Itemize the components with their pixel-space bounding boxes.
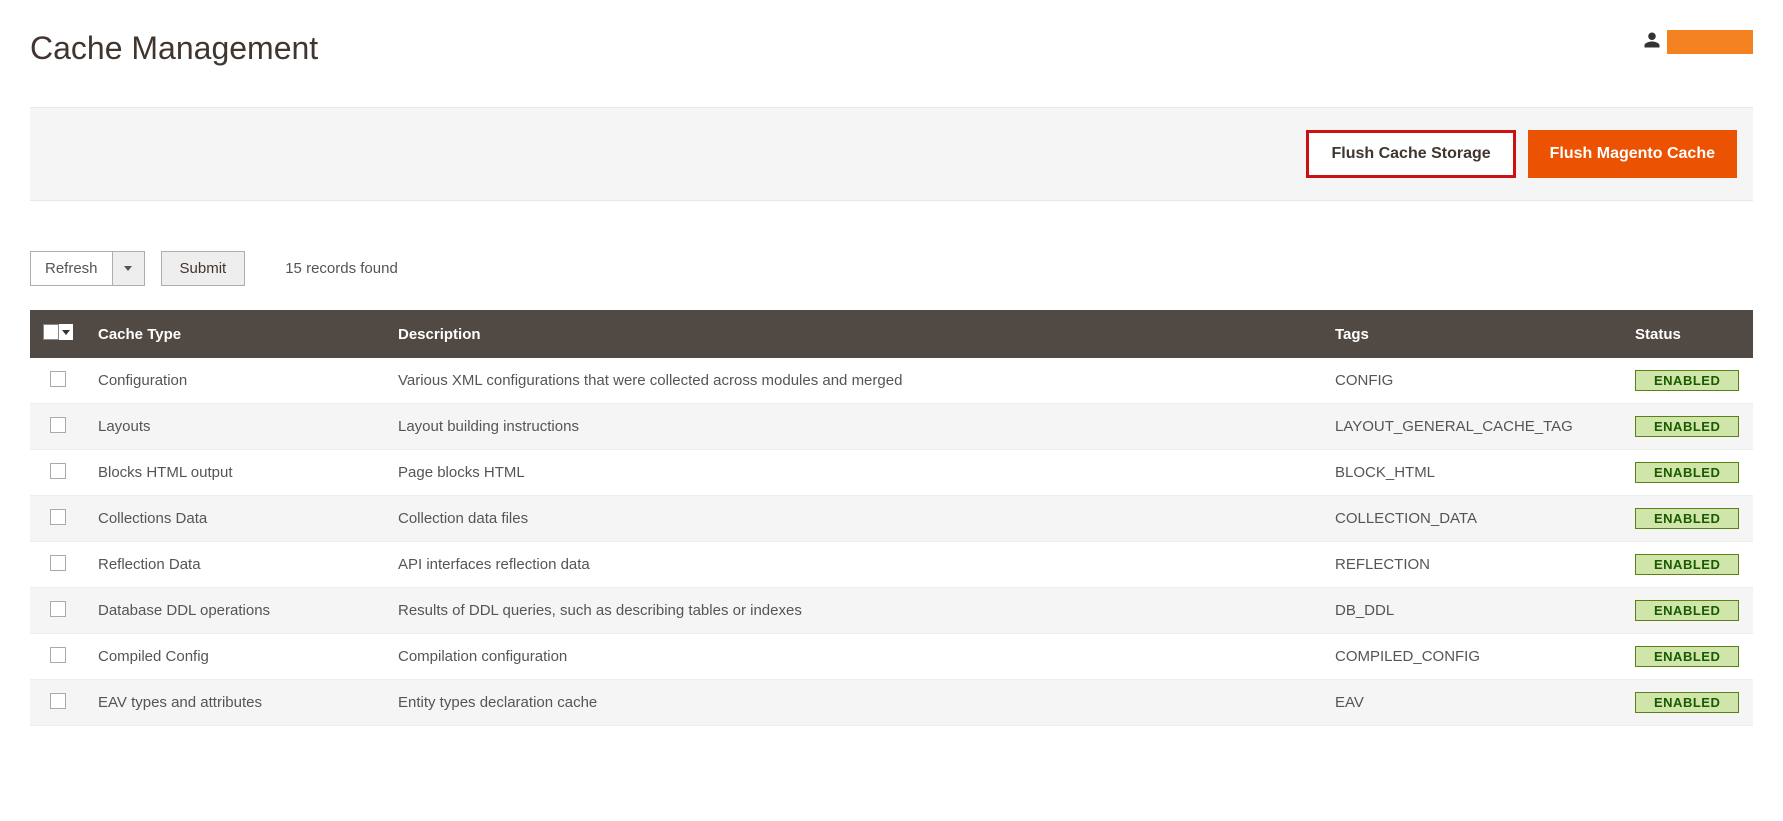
cell-cache-type: Database DDL operations <box>86 588 386 634</box>
table-row: Collections DataCollection data filesCOL… <box>30 496 1753 542</box>
mass-action-select[interactable]: Refresh <box>30 251 145 286</box>
column-header-description: Description <box>386 310 1323 358</box>
column-header-tags: Tags <box>1323 310 1623 358</box>
table-row: Reflection DataAPI interfaces reflection… <box>30 542 1753 588</box>
cell-status: ENABLED <box>1623 404 1753 450</box>
cell-tags: EAV <box>1323 680 1623 726</box>
row-checkbox[interactable] <box>50 693 66 709</box>
column-header-type: Cache Type <box>86 310 386 358</box>
controls-row: Refresh Submit 15 records found <box>30 251 1753 286</box>
table-row: Compiled ConfigCompilation configuration… <box>30 634 1753 680</box>
cell-status: ENABLED <box>1623 588 1753 634</box>
cell-status: ENABLED <box>1623 358 1753 404</box>
cell-cache-type: Collections Data <box>86 496 386 542</box>
cache-table: Cache Type Description Tags Status Confi… <box>30 310 1753 726</box>
row-checkbox[interactable] <box>50 463 66 479</box>
row-checkbox[interactable] <box>50 509 66 525</box>
mass-action-toggle[interactable] <box>112 252 144 285</box>
cell-description: Various XML configurations that were col… <box>386 358 1323 404</box>
cell-cache-type: Reflection Data <box>86 542 386 588</box>
cell-description: Collection data files <box>386 496 1323 542</box>
table-row: Blocks HTML outputPage blocks HTMLBLOCK_… <box>30 450 1753 496</box>
chevron-down-icon <box>124 266 132 271</box>
cell-description: Layout building instructions <box>386 404 1323 450</box>
cell-description: Compilation configuration <box>386 634 1323 680</box>
cell-cache-type: Configuration <box>86 358 386 404</box>
row-checkbox[interactable] <box>50 555 66 571</box>
cell-cache-type: Blocks HTML output <box>86 450 386 496</box>
flush-cache-storage-button[interactable]: Flush Cache Storage <box>1306 130 1515 178</box>
cell-tags: REFLECTION <box>1323 542 1623 588</box>
status-badge: ENABLED <box>1635 554 1739 575</box>
cell-status: ENABLED <box>1623 542 1753 588</box>
status-badge: ENABLED <box>1635 646 1739 667</box>
table-row: ConfigurationVarious XML configurations … <box>30 358 1753 404</box>
cell-status: ENABLED <box>1623 634 1753 680</box>
actions-bar: Flush Cache Storage Flush Magento Cache <box>30 107 1753 201</box>
cell-cache-type: Compiled Config <box>86 634 386 680</box>
cell-tags: COMPILED_CONFIG <box>1323 634 1623 680</box>
user-icon <box>1643 31 1661 54</box>
row-checkbox[interactable] <box>50 371 66 387</box>
cell-tags: COLLECTION_DATA <box>1323 496 1623 542</box>
mass-action-label: Refresh <box>31 252 112 285</box>
status-badge: ENABLED <box>1635 370 1739 391</box>
records-count: 15 records found <box>285 260 398 277</box>
cell-description: API interfaces reflection data <box>386 542 1323 588</box>
row-checkbox[interactable] <box>50 647 66 663</box>
table-row: EAV types and attributesEntity types dec… <box>30 680 1753 726</box>
cell-tags: LAYOUT_GENERAL_CACHE_TAG <box>1323 404 1623 450</box>
table-row: Database DDL operationsResults of DDL qu… <box>30 588 1753 634</box>
submit-button[interactable]: Submit <box>161 251 246 286</box>
cell-description: Results of DDL queries, such as describi… <box>386 588 1323 634</box>
user-badge[interactable] <box>1667 30 1753 54</box>
cell-tags: BLOCK_HTML <box>1323 450 1623 496</box>
cell-status: ENABLED <box>1623 680 1753 726</box>
column-header-status: Status <box>1623 310 1753 358</box>
table-row: LayoutsLayout building instructionsLAYOU… <box>30 404 1753 450</box>
status-badge: ENABLED <box>1635 462 1739 483</box>
select-all-header <box>30 310 86 358</box>
flush-magento-cache-button[interactable]: Flush Magento Cache <box>1528 130 1737 178</box>
status-badge: ENABLED <box>1635 508 1739 529</box>
chevron-down-icon <box>62 330 70 335</box>
cell-tags: DB_DDL <box>1323 588 1623 634</box>
status-badge: ENABLED <box>1635 692 1739 713</box>
page-title: Cache Management <box>30 30 318 67</box>
row-checkbox[interactable] <box>50 417 66 433</box>
status-badge: ENABLED <box>1635 600 1739 621</box>
select-all-checkbox[interactable] <box>43 324 73 340</box>
user-area[interactable] <box>1643 30 1753 54</box>
cell-status: ENABLED <box>1623 450 1753 496</box>
row-checkbox[interactable] <box>50 601 66 617</box>
cell-description: Entity types declaration cache <box>386 680 1323 726</box>
cell-description: Page blocks HTML <box>386 450 1323 496</box>
cell-tags: CONFIG <box>1323 358 1623 404</box>
status-badge: ENABLED <box>1635 416 1739 437</box>
cell-status: ENABLED <box>1623 496 1753 542</box>
cell-cache-type: EAV types and attributes <box>86 680 386 726</box>
cell-cache-type: Layouts <box>86 404 386 450</box>
